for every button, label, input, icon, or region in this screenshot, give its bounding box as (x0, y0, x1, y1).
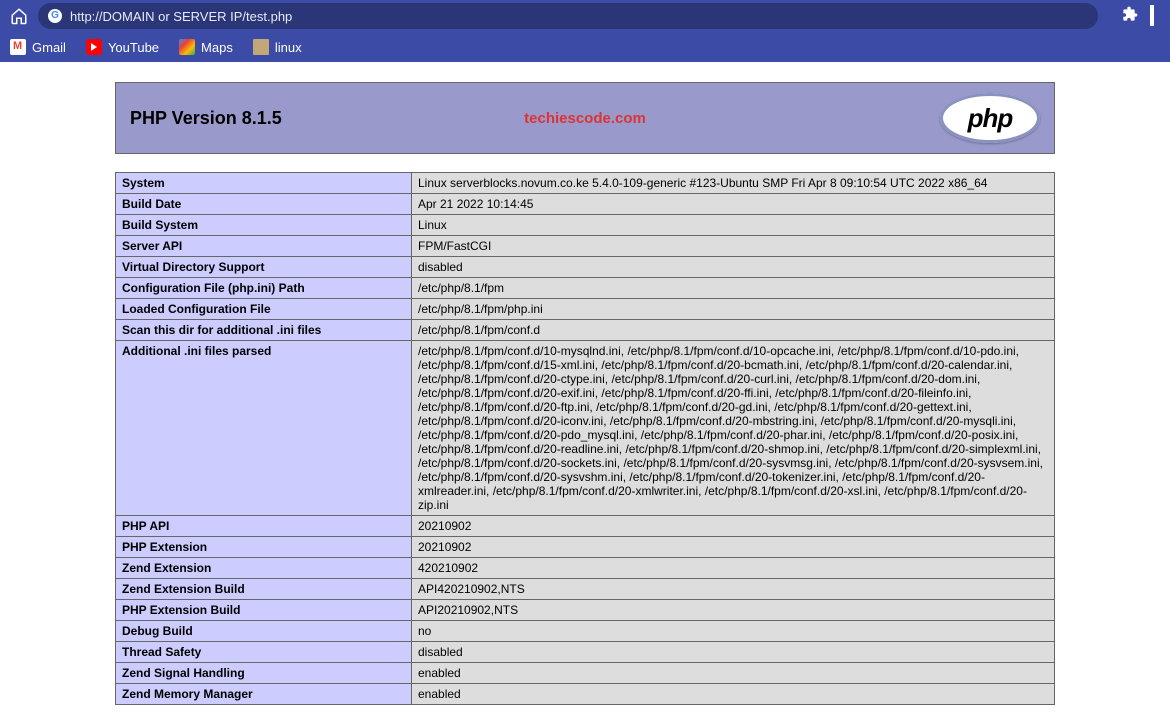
bookmark-label: linux (275, 40, 302, 55)
config-value: 20210902 (412, 516, 1055, 537)
config-key: Server API (116, 236, 412, 257)
config-key: Configuration File (php.ini) Path (116, 278, 412, 299)
config-key: Zend Signal Handling (116, 663, 412, 684)
config-value: FPM/FastCGI (412, 236, 1055, 257)
extensions-icon[interactable] (1122, 6, 1138, 27)
config-value: Linux (412, 215, 1055, 236)
config-key: PHP Extension (116, 537, 412, 558)
config-value: disabled (412, 257, 1055, 278)
config-key: Zend Extension Build (116, 579, 412, 600)
table-row: Zend Signal Handlingenabled (116, 663, 1055, 684)
config-key: Build Date (116, 194, 412, 215)
table-row: Virtual Directory Supportdisabled (116, 257, 1055, 278)
config-value: /etc/php/8.1/fpm/conf.d/10-mysqlnd.ini, … (412, 341, 1055, 516)
table-row: Build SystemLinux (116, 215, 1055, 236)
config-value: disabled (412, 642, 1055, 663)
config-value: API420210902,NTS (412, 579, 1055, 600)
config-value: 20210902 (412, 537, 1055, 558)
table-row: Server APIFPM/FastCGI (116, 236, 1055, 257)
php-version-title: PHP Version 8.1.5 (130, 108, 282, 129)
phpinfo-header: PHP Version 8.1.5 techiescode.com php (115, 82, 1055, 154)
bookmark-youtube[interactable]: YouTube (86, 39, 159, 55)
table-row: PHP API20210902 (116, 516, 1055, 537)
bookmark-label: Gmail (32, 40, 66, 55)
config-value: /etc/php/8.1/fpm/conf.d (412, 320, 1055, 341)
config-key: Build System (116, 215, 412, 236)
config-key: PHP Extension Build (116, 600, 412, 621)
config-key: Virtual Directory Support (116, 257, 412, 278)
config-key: Zend Memory Manager (116, 684, 412, 705)
folder-icon (253, 39, 269, 55)
table-row: PHP Extension BuildAPI20210902,NTS (116, 600, 1055, 621)
table-row: Debug Buildno (116, 621, 1055, 642)
config-key: Debug Build (116, 621, 412, 642)
table-row: Zend Extension BuildAPI420210902,NTS (116, 579, 1055, 600)
table-row: Loaded Configuration File/etc/php/8.1/fp… (116, 299, 1055, 320)
table-row: Scan this dir for additional .ini files/… (116, 320, 1055, 341)
table-row: Configuration File (php.ini) Path/etc/ph… (116, 278, 1055, 299)
config-value: API20210902,NTS (412, 600, 1055, 621)
bookmark-maps[interactable]: Maps (179, 39, 233, 55)
table-row: Build DateApr 21 2022 10:14:45 (116, 194, 1055, 215)
config-key: Additional .ini files parsed (116, 341, 412, 516)
table-row: SystemLinux serverblocks.novum.co.ke 5.4… (116, 173, 1055, 194)
site-icon (48, 9, 62, 23)
phpinfo-table: SystemLinux serverblocks.novum.co.ke 5.4… (115, 172, 1055, 705)
bookmark-linux-folder[interactable]: linux (253, 39, 302, 55)
config-value: 420210902 (412, 558, 1055, 579)
php-logo-text: php (968, 103, 1013, 134)
url-bar-row: http://DOMAIN or SERVER IP/test.php (0, 0, 1170, 32)
table-row: Thread Safetydisabled (116, 642, 1055, 663)
config-key: PHP API (116, 516, 412, 537)
url-text: http://DOMAIN or SERVER IP/test.php (70, 9, 292, 24)
maps-icon (179, 39, 195, 55)
config-key: Scan this dir for additional .ini files (116, 320, 412, 341)
browser-chrome: http://DOMAIN or SERVER IP/test.php Gmai… (0, 0, 1170, 62)
php-logo: php (940, 93, 1040, 143)
config-key: Loaded Configuration File (116, 299, 412, 320)
youtube-icon (86, 39, 102, 55)
toolbar-right (1122, 6, 1162, 27)
window-icon[interactable] (1150, 7, 1154, 25)
bookmarks-bar: Gmail YouTube Maps linux (0, 32, 1170, 62)
config-value: /etc/php/8.1/fpm (412, 278, 1055, 299)
gmail-icon (10, 39, 26, 55)
config-value: enabled (412, 663, 1055, 684)
table-row: Zend Extension420210902 (116, 558, 1055, 579)
config-value: Apr 21 2022 10:14:45 (412, 194, 1055, 215)
config-key: Zend Extension (116, 558, 412, 579)
phpinfo-container: PHP Version 8.1.5 techiescode.com php Sy… (115, 82, 1055, 705)
bookmark-label: Maps (201, 40, 233, 55)
bookmark-gmail[interactable]: Gmail (10, 39, 66, 55)
table-row: Zend Memory Managerenabled (116, 684, 1055, 705)
table-row: Additional .ini files parsed/etc/php/8.1… (116, 341, 1055, 516)
config-value: enabled (412, 684, 1055, 705)
page-content: PHP Version 8.1.5 techiescode.com php Sy… (0, 62, 1170, 725)
address-bar[interactable]: http://DOMAIN or SERVER IP/test.php (38, 3, 1098, 29)
watermark-text: techiescode.com (524, 110, 646, 127)
config-value: no (412, 621, 1055, 642)
config-value: /etc/php/8.1/fpm/php.ini (412, 299, 1055, 320)
home-icon (10, 7, 28, 25)
home-button[interactable] (8, 5, 30, 27)
table-row: PHP Extension20210902 (116, 537, 1055, 558)
config-value: Linux serverblocks.novum.co.ke 5.4.0-109… (412, 173, 1055, 194)
bookmark-label: YouTube (108, 40, 159, 55)
config-key: System (116, 173, 412, 194)
config-key: Thread Safety (116, 642, 412, 663)
